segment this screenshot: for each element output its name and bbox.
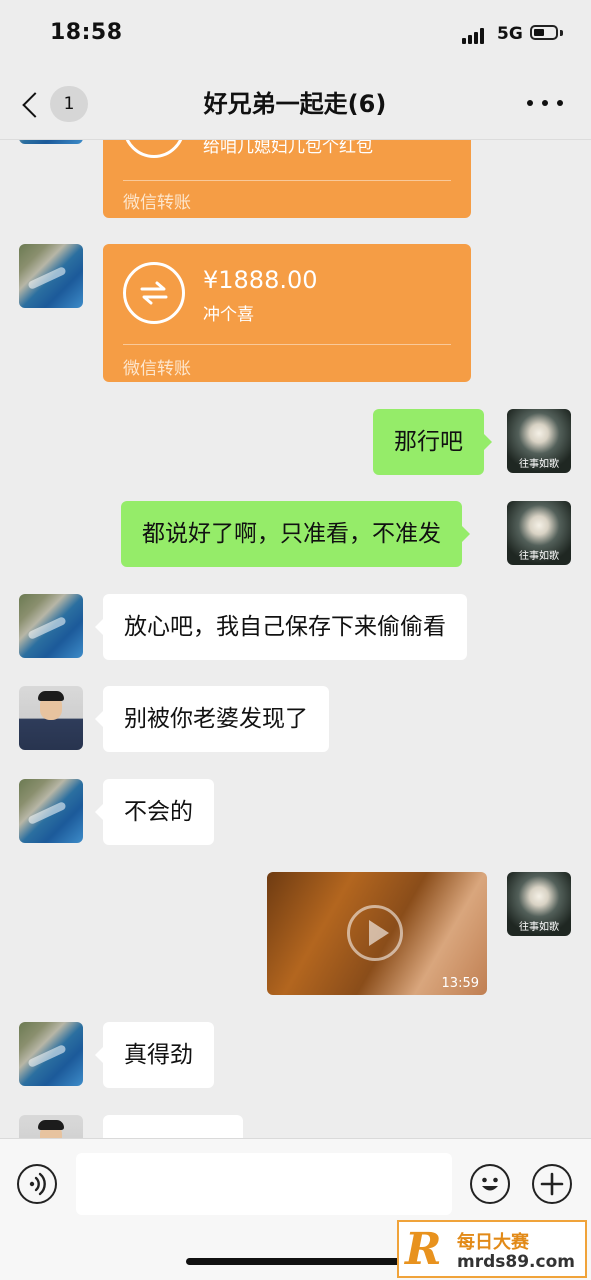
transfer-icon bbox=[123, 140, 185, 158]
received-message[interactable]: 放心吧，我自己保存下来偷偷看 bbox=[95, 594, 467, 660]
add-button[interactable] bbox=[532, 1164, 572, 1204]
message-list[interactable]: 给咱几媳妇儿包个红包 微信转账 ¥1888.00 冲个喜 微信转账 那行吧 往事… bbox=[0, 140, 591, 1138]
battery-icon bbox=[530, 25, 558, 40]
home-indicator bbox=[186, 1258, 404, 1265]
avatar[interactable] bbox=[19, 594, 83, 658]
chat-title: 好兄弟一起走(6) bbox=[203, 90, 387, 118]
avatar[interactable] bbox=[19, 1022, 83, 1086]
transfer-message[interactable]: 给咱几媳妇儿包个红包 微信转账 bbox=[103, 140, 471, 218]
unread-badge[interactable]: 1 bbox=[50, 86, 88, 122]
transfer-divider bbox=[123, 180, 451, 181]
transfer-footer: 微信转账 bbox=[123, 359, 191, 379]
received-message[interactable] bbox=[103, 1115, 243, 1138]
message-input[interactable] bbox=[76, 1153, 452, 1215]
avatar-label: 往事如歌 bbox=[519, 551, 559, 562]
avatar[interactable] bbox=[19, 779, 83, 843]
emoji-icon bbox=[482, 1177, 498, 1191]
sent-message[interactable]: 那行吧 bbox=[373, 409, 492, 475]
watermark-name: 每日大赛 bbox=[457, 1232, 529, 1253]
avatar[interactable] bbox=[19, 140, 83, 144]
voice-button[interactable] bbox=[17, 1164, 57, 1204]
status-time: 18:58 bbox=[50, 20, 123, 45]
network-type: 5G bbox=[497, 24, 523, 44]
avatar[interactable]: 往事如歌 bbox=[507, 872, 571, 936]
transfer-icon bbox=[123, 262, 185, 324]
battery-cap bbox=[560, 30, 563, 36]
received-message[interactable]: 真得劲 bbox=[95, 1022, 214, 1088]
transfer-message[interactable]: ¥1888.00 冲个喜 微信转账 bbox=[103, 244, 471, 382]
transfer-amount: ¥1888.00 bbox=[203, 266, 318, 294]
watermark-url: mrds89.com bbox=[457, 1252, 575, 1272]
watermark-logo-mark: R bbox=[405, 1224, 442, 1275]
sent-message[interactable]: 都说好了啊，只准看，不准发 bbox=[121, 501, 470, 567]
play-triangle bbox=[369, 920, 389, 946]
transfer-note: 冲个喜 bbox=[203, 305, 254, 325]
avatar[interactable]: 往事如歌 bbox=[507, 501, 571, 565]
add-icon bbox=[540, 1172, 564, 1196]
voice-icon bbox=[29, 1172, 46, 1196]
transfer-divider bbox=[123, 344, 451, 345]
received-message[interactable]: 不会的 bbox=[95, 779, 214, 845]
transfer-note: 给咱几媳妇儿包个红包 bbox=[203, 140, 373, 157]
status-bar: 18:58 5G bbox=[0, 0, 591, 68]
received-message[interactable]: 别被你老婆发现了 bbox=[95, 686, 329, 752]
emoji-button[interactable] bbox=[470, 1164, 510, 1204]
avatar-label: 往事如歌 bbox=[519, 459, 559, 470]
avatar[interactable]: 往事如歌 bbox=[507, 409, 571, 473]
back-button[interactable] bbox=[20, 86, 50, 122]
avatar[interactable] bbox=[19, 1115, 83, 1138]
back-icon bbox=[22, 92, 48, 118]
signal-icon bbox=[462, 28, 488, 44]
transfer-footer: 微信转账 bbox=[123, 193, 191, 213]
video-message[interactable]: 13:59 bbox=[267, 872, 487, 995]
avatar[interactable] bbox=[19, 244, 83, 308]
more-icon[interactable] bbox=[527, 100, 563, 110]
avatar-label: 往事如歌 bbox=[519, 922, 559, 933]
chat-header: 1 好兄弟一起走(6) bbox=[0, 68, 591, 140]
video-duration: 13:59 bbox=[441, 976, 479, 991]
avatar[interactable] bbox=[19, 686, 83, 750]
watermark-logo: R 每日大赛 mrds89.com bbox=[397, 1220, 587, 1278]
